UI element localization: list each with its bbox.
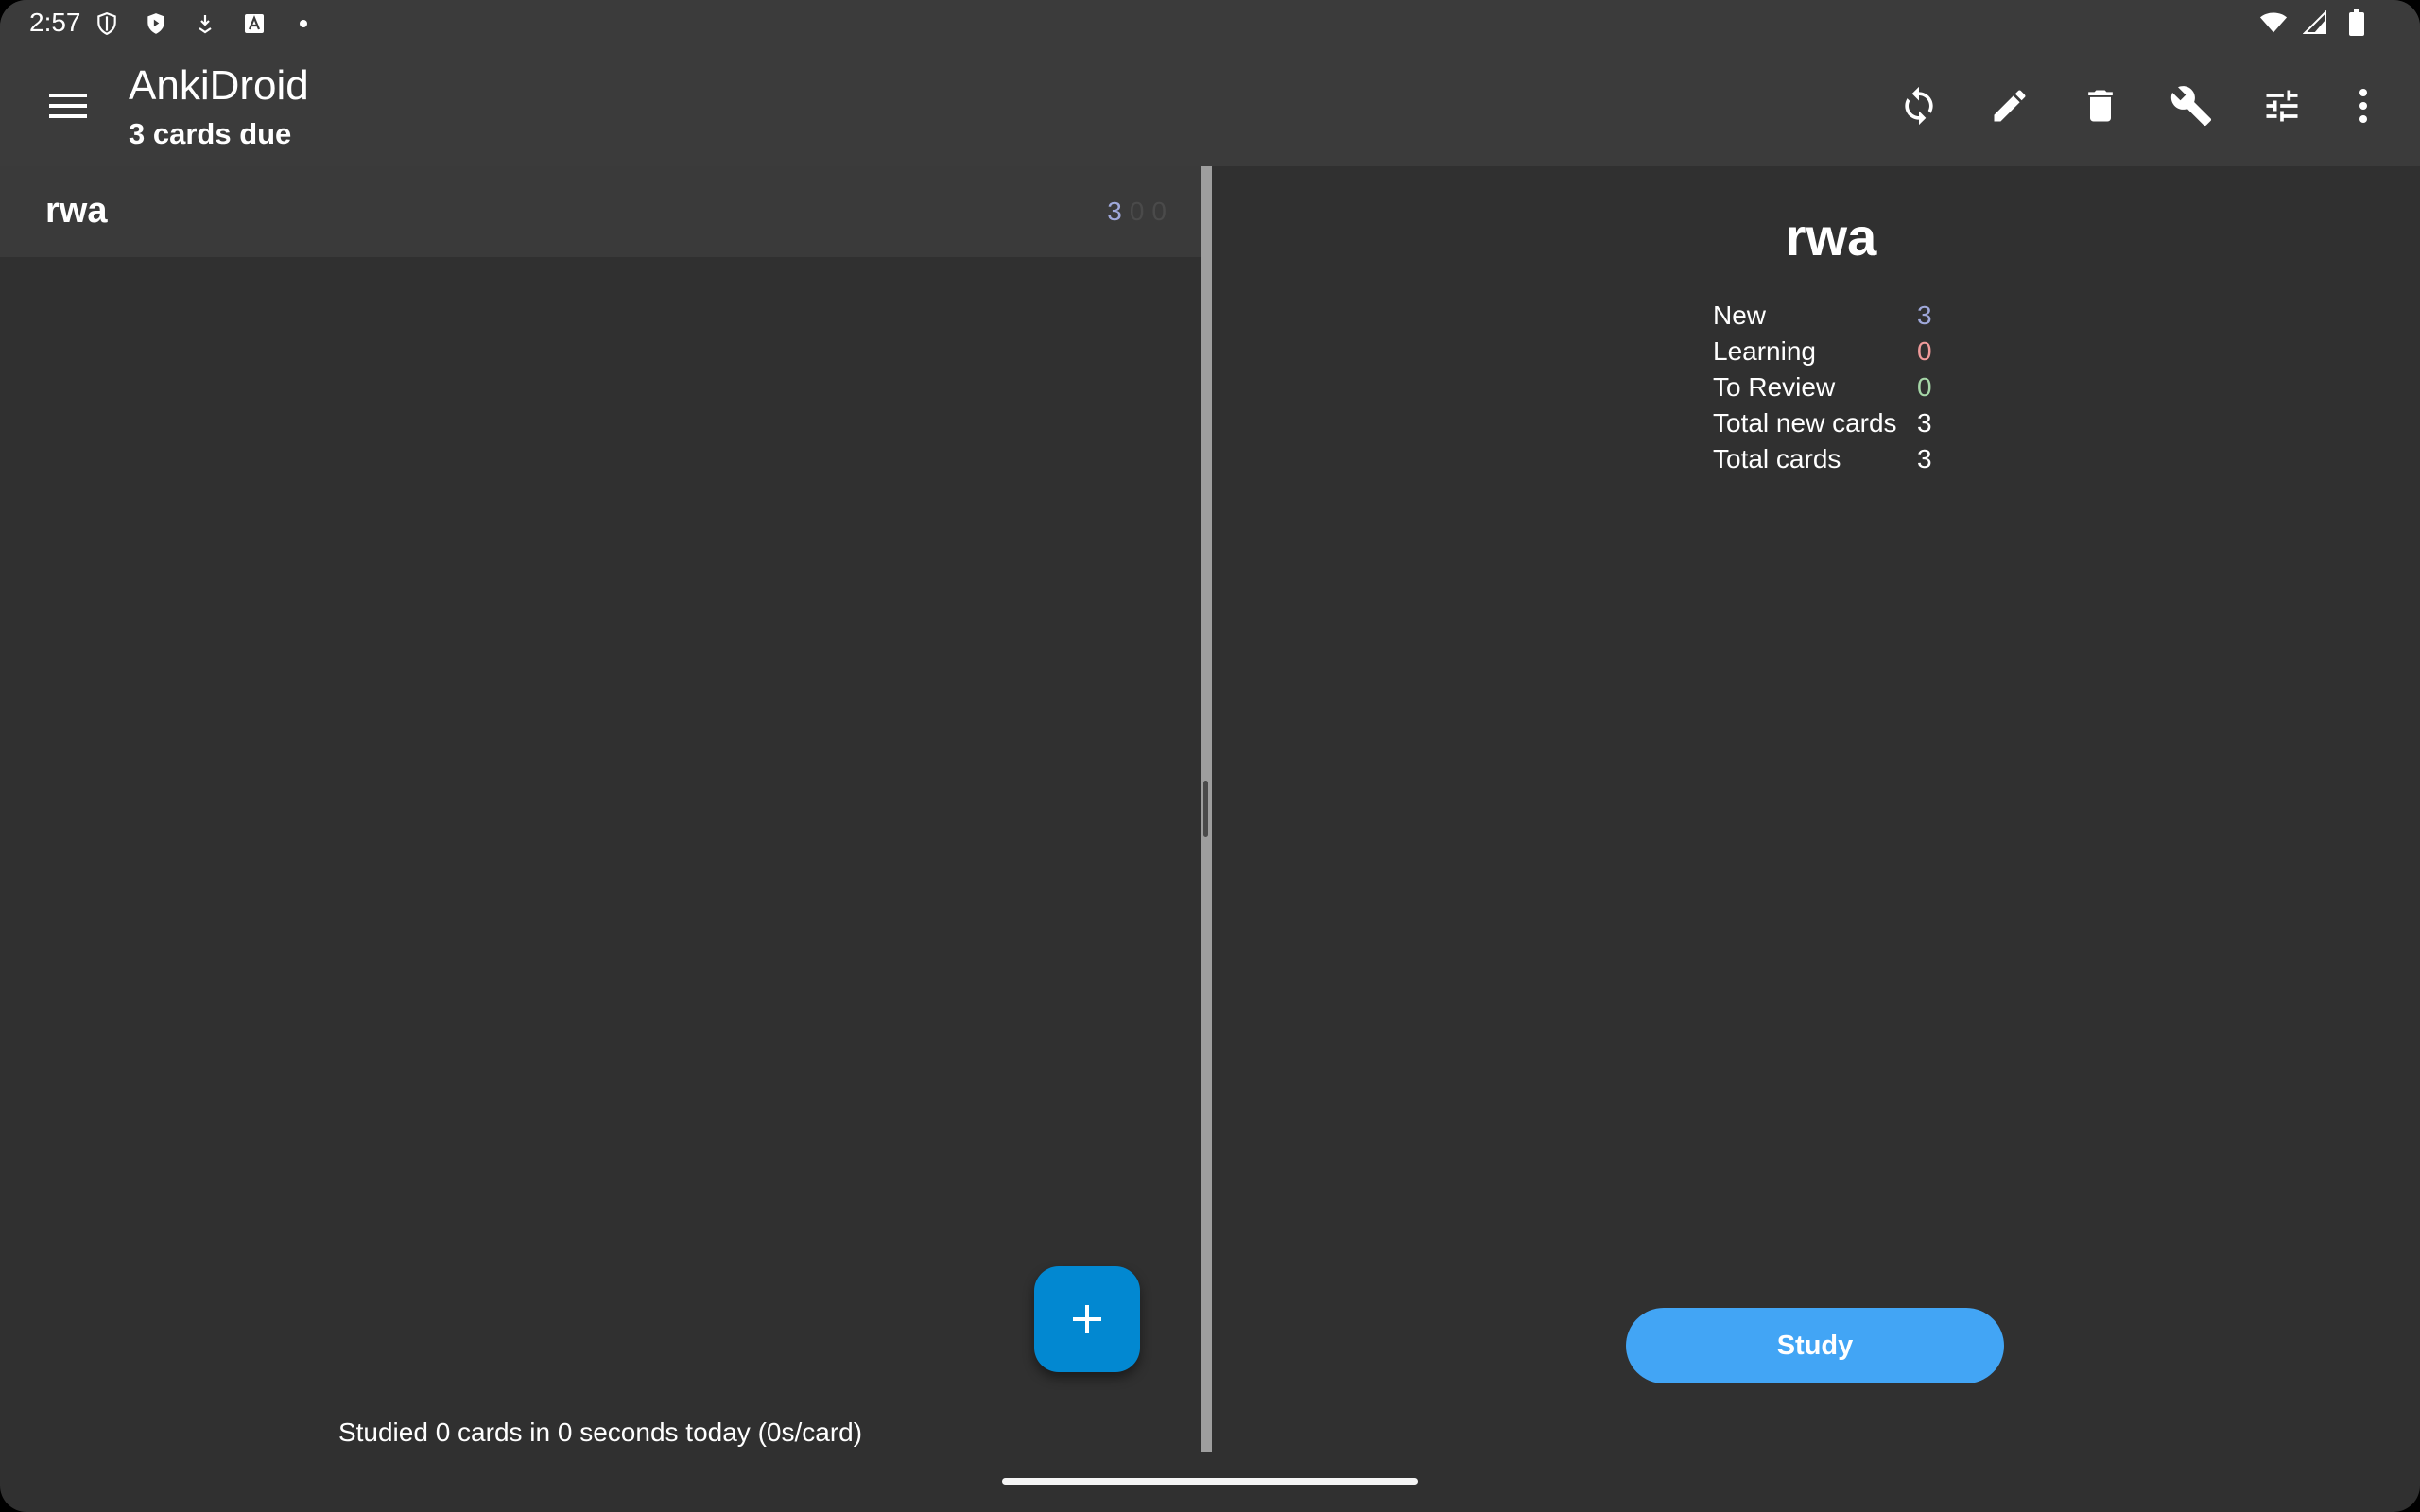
cell-signal-icon bbox=[2301, 9, 2329, 37]
delete-button[interactable] bbox=[2068, 74, 2133, 138]
play-protect-icon bbox=[142, 9, 170, 38]
status-icons-left bbox=[93, 9, 318, 38]
vpn-shield-icon bbox=[93, 9, 121, 38]
gesture-navigation-handle[interactable] bbox=[1002, 1478, 1418, 1485]
status-time: 2:57 bbox=[29, 8, 81, 37]
deck-review-count: 0 bbox=[1151, 197, 1167, 226]
plus-icon bbox=[1073, 1305, 1101, 1333]
deck-options-button[interactable] bbox=[2250, 74, 2314, 138]
add-fab-button[interactable] bbox=[1034, 1266, 1140, 1372]
deck-learning-count: 0 bbox=[1129, 197, 1145, 226]
dot-icon bbox=[289, 9, 318, 38]
deck-row[interactable]: rwa 3 0 0 bbox=[0, 166, 1201, 257]
battery-icon bbox=[2342, 9, 2371, 37]
stat-value: 3 bbox=[1917, 444, 1932, 473]
wifi-icon bbox=[2259, 9, 2288, 37]
app-bar: AnkiDroid 3 cards due bbox=[0, 45, 2420, 166]
sync-icon bbox=[1905, 86, 1933, 126]
navigation-drawer-button[interactable] bbox=[40, 83, 96, 129]
stat-value: 3 bbox=[1917, 301, 1932, 330]
delete-icon bbox=[2088, 90, 2113, 122]
more-vert-icon bbox=[2360, 89, 2367, 123]
stat-label: Total cards bbox=[1713, 444, 1841, 473]
cards-due-subtitle: 3 cards due bbox=[129, 117, 292, 150]
deck-counts: 3 0 0 bbox=[1107, 197, 1167, 227]
app-title: AnkiDroid bbox=[129, 62, 309, 109]
stat-value: 0 bbox=[1917, 372, 1932, 402]
wrench-icon bbox=[2170, 86, 2212, 127]
hamburger-menu-icon bbox=[49, 94, 87, 118]
stat-value: 0 bbox=[1917, 336, 1932, 366]
stat-label: Learning bbox=[1713, 336, 1816, 366]
deck-list-pane: rwa 3 0 0 Studied 0 cards in 0 seconds t… bbox=[0, 166, 1201, 1452]
study-button[interactable]: Study bbox=[1626, 1308, 2004, 1383]
overview-deck-title: rwa bbox=[1785, 207, 1877, 266]
font-a-icon bbox=[240, 9, 268, 38]
divider-drag-handle[interactable] bbox=[1203, 781, 1208, 837]
studied-today-text: Studied 0 cards in 0 seconds today (0s/c… bbox=[337, 1418, 863, 1447]
stat-value: 3 bbox=[1917, 408, 1932, 438]
download-arrow-icon bbox=[191, 9, 219, 38]
deck-name: rwa bbox=[45, 191, 108, 231]
edit-icon bbox=[1994, 90, 2026, 122]
deck-new-count: 3 bbox=[1107, 197, 1122, 226]
stat-label: New bbox=[1713, 301, 1767, 330]
status-bar: 2:57 bbox=[0, 0, 2420, 45]
check-database-button[interactable] bbox=[2159, 74, 2223, 138]
stat-label: To Review bbox=[1713, 372, 1836, 402]
more-options-button[interactable] bbox=[2331, 74, 2395, 138]
status-icons-right bbox=[2259, 9, 2371, 37]
screen: 2:57 AnkiDroid 3 cards due rwa 3 0 0 Stu… bbox=[0, 0, 2420, 1512]
tune-icon bbox=[2266, 90, 2298, 122]
sync-button[interactable] bbox=[1887, 74, 1951, 138]
stat-label: Total new cards bbox=[1713, 408, 1897, 438]
deck-overview-pane: rwa New 3 Learning 0 To Review 0 Total n… bbox=[1212, 166, 2420, 1452]
edit-button[interactable] bbox=[1978, 74, 2042, 138]
